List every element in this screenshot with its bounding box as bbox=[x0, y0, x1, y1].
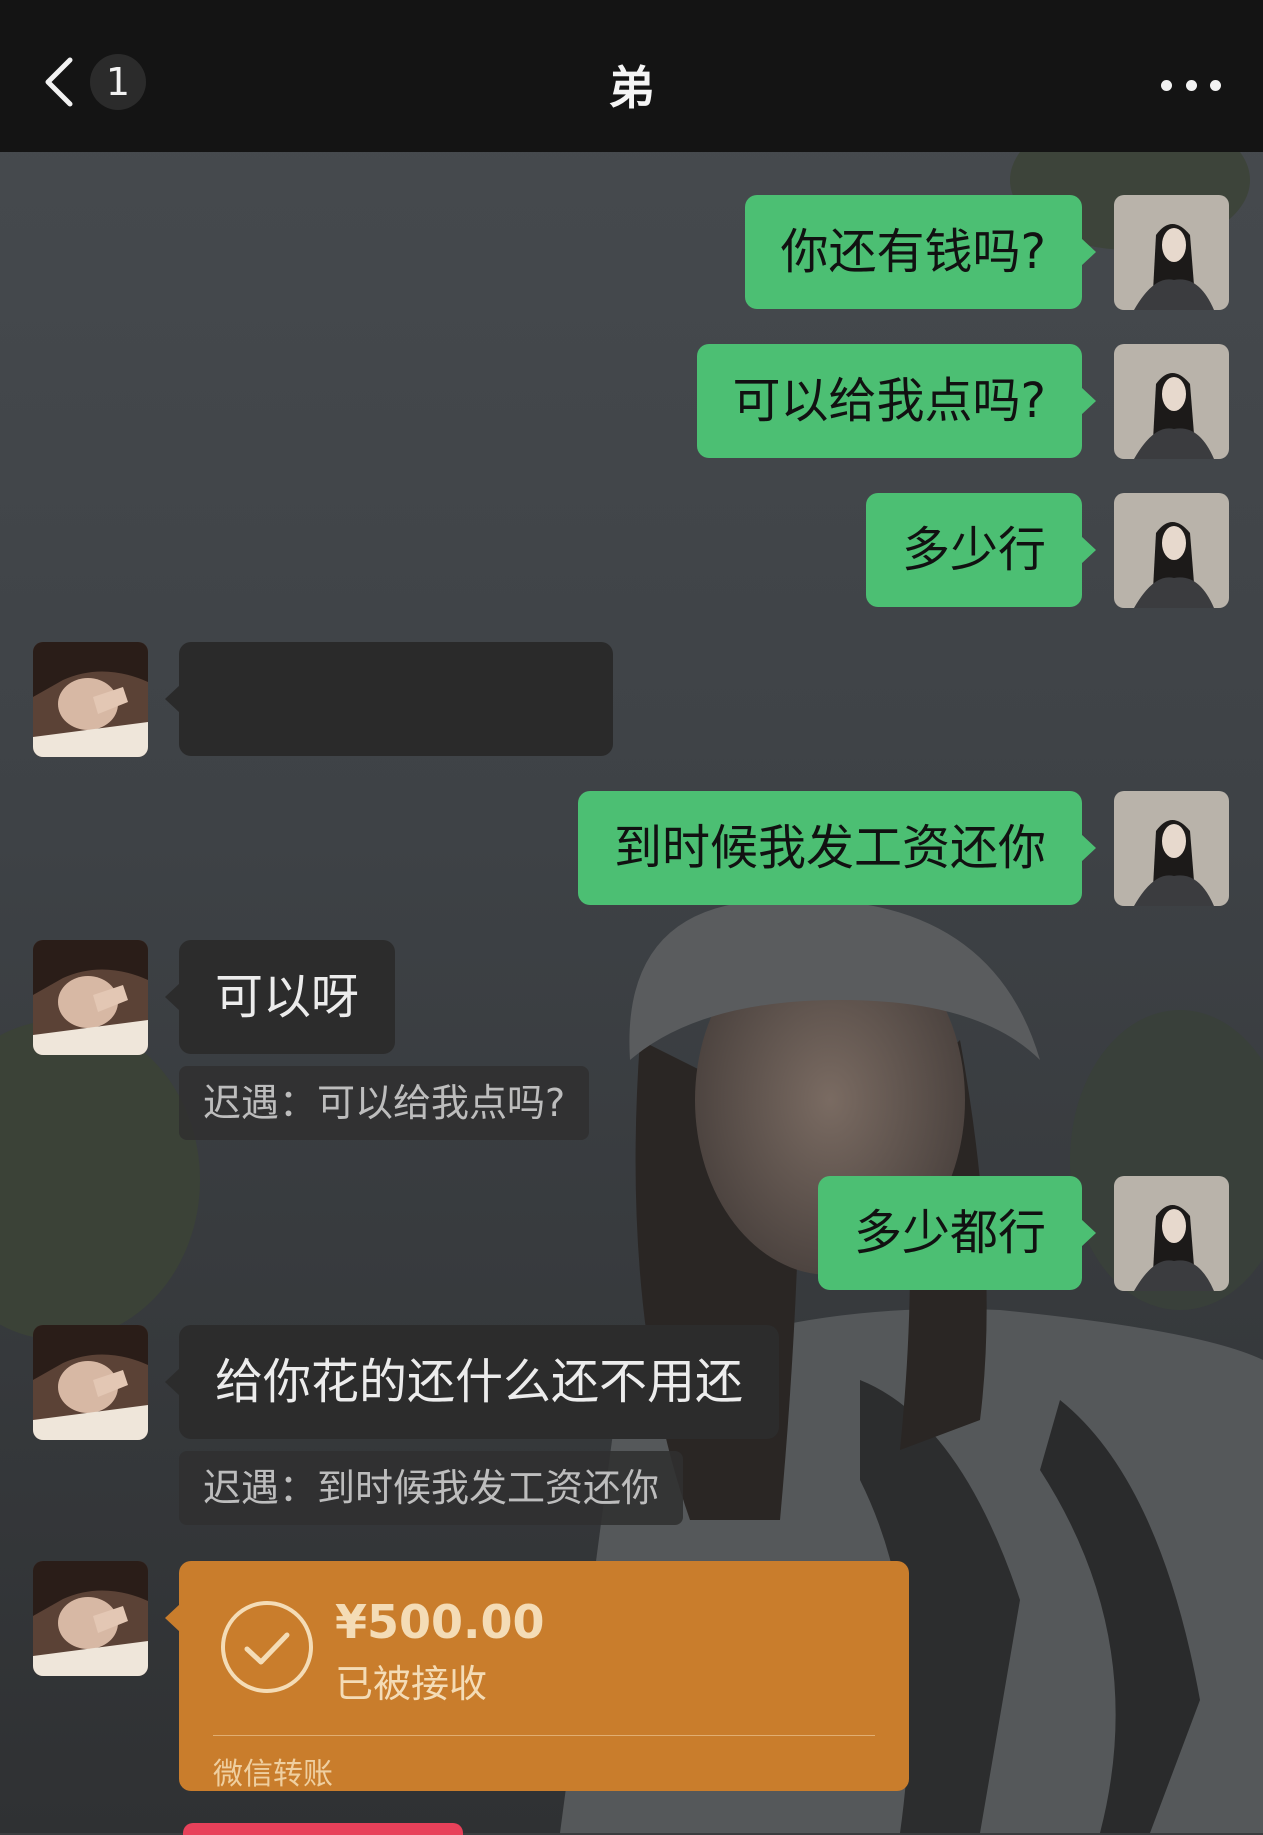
my-message-bubble[interactable]: 多少行 bbox=[865, 493, 1097, 607]
nav-bar: 1 弟 bbox=[0, 0, 1263, 152]
my-message-bubble[interactable]: 可以给我点吗? bbox=[696, 344, 1097, 458]
my-avatar[interactable] bbox=[1114, 493, 1229, 608]
next-message-peek bbox=[183, 1823, 463, 1835]
contact-avatar[interactable] bbox=[33, 1561, 148, 1676]
divider bbox=[213, 1735, 875, 1736]
my-message-bubble[interactable]: 你还有钱吗? bbox=[744, 195, 1097, 309]
transfer-amount: ¥500.00 bbox=[335, 1595, 545, 1649]
more-dots-icon[interactable] bbox=[1161, 70, 1221, 100]
my-avatar[interactable] bbox=[1114, 195, 1229, 310]
contact-avatar[interactable] bbox=[33, 940, 148, 1055]
transfer-label: 微信转账 bbox=[213, 1757, 333, 1792]
wechat-transfer-card[interactable]: ¥500.00 已被接收 微信转账 bbox=[165, 1561, 909, 1792]
my-message-bubble[interactable]: 到时候我发工资还你 bbox=[577, 791, 1097, 905]
transfer-status: 已被接收 bbox=[335, 1662, 488, 1706]
redacted-message-bubble[interactable] bbox=[165, 642, 613, 756]
my-avatar[interactable] bbox=[1114, 1176, 1229, 1291]
check-circle-icon bbox=[221, 1601, 313, 1693]
contact-avatar[interactable] bbox=[33, 642, 148, 757]
contact-message-bubble[interactable]: 给你花的还什么还不用还 bbox=[164, 1325, 780, 1439]
contact-avatar[interactable] bbox=[33, 1325, 148, 1440]
my-avatar[interactable] bbox=[1114, 791, 1229, 906]
my-message-bubble[interactable]: 多少都行 bbox=[817, 1176, 1097, 1290]
chat-title: 弟 bbox=[608, 61, 655, 115]
contact-message-bubble[interactable]: 可以呀 bbox=[164, 940, 396, 1054]
my-avatar[interactable] bbox=[1114, 344, 1229, 459]
quoted-reply[interactable]: 迟遇：到时候我发工资还你 bbox=[179, 1451, 684, 1525]
quoted-reply[interactable]: 迟遇：可以给我点吗? bbox=[179, 1066, 590, 1140]
